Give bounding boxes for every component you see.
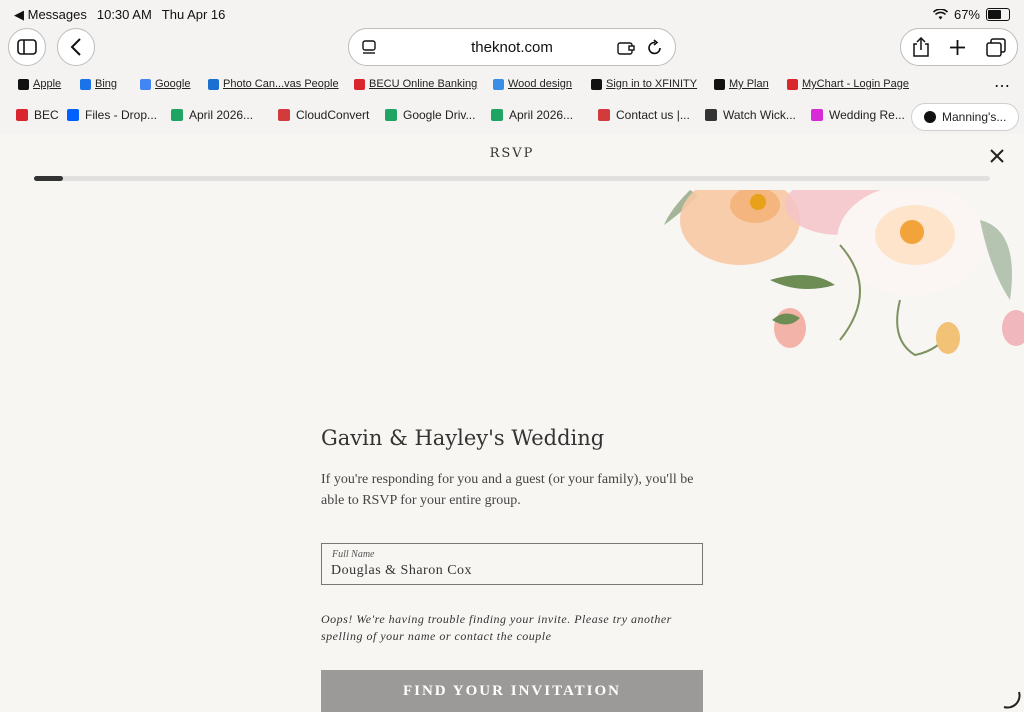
tab-mannings-active[interactable]: Manning's... xyxy=(911,103,1020,131)
knot-icon xyxy=(811,109,823,121)
full-name-label: Full Name xyxy=(332,549,375,560)
error-message: Oops! We're having trouble finding your … xyxy=(321,612,672,643)
xfinity-icon xyxy=(714,78,725,90)
intro-text: If you're responding for you and a guest… xyxy=(321,472,694,508)
bookmark-becu[interactable]: BECU Online Banking xyxy=(354,78,477,90)
tab-becu[interactable]: BEC xyxy=(16,108,59,122)
back-button[interactable] xyxy=(57,28,95,66)
battery-percent: 67% xyxy=(953,7,980,22)
full-name-field[interactable]: Full Name xyxy=(321,543,703,585)
bookmark-mychart[interactable]: MyChart - Login Page xyxy=(787,78,909,90)
share-icon[interactable] xyxy=(912,37,930,57)
back-to-app-link[interactable]: ◀ Messages xyxy=(14,7,87,23)
page-title: RSVP xyxy=(489,146,535,161)
tab-april-2026-a[interactable]: April 2026... xyxy=(171,108,253,122)
reload-icon[interactable] xyxy=(647,39,663,56)
photo-canvas-icon xyxy=(208,78,219,90)
tab-april-2026-b[interactable]: April 2026... xyxy=(491,108,573,122)
close-icon[interactable] xyxy=(986,145,1008,167)
loading-spinner-icon xyxy=(1003,691,1021,709)
apple-icon xyxy=(18,78,29,90)
address-bar[interactable]: theknot.com xyxy=(348,28,676,66)
globe-icon xyxy=(493,78,504,90)
tab-wedding-registry[interactable]: Wedding Re... xyxy=(811,108,905,122)
close-icon[interactable] xyxy=(924,111,936,123)
bookmark-my-plan[interactable]: My Plan xyxy=(714,78,769,90)
extension-icon[interactable] xyxy=(617,40,635,56)
bookmark-wood-design[interactable]: Wood design xyxy=(493,78,572,90)
bookmark-xfinity[interactable]: Sign in to XFINITY xyxy=(591,78,697,90)
google-drive-icon xyxy=(385,109,397,121)
progress-fill xyxy=(34,176,63,181)
rsvp-progress-bar xyxy=(34,176,990,181)
tab-overview-icon[interactable] xyxy=(986,38,1006,57)
globe-icon xyxy=(705,109,717,121)
wifi-icon xyxy=(932,9,948,20)
status-date: Thu Apr 16 xyxy=(161,7,226,22)
find-invitation-button[interactable]: FIND YOUR INVITATION xyxy=(321,670,703,712)
full-name-input[interactable] xyxy=(331,563,691,579)
status-bar: ◀ Messages 10:30 AM Thu Apr 16 67% xyxy=(0,0,1024,28)
bookmark-photo-canvas[interactable]: Photo Can...vas People xyxy=(208,78,339,90)
dropbox-icon xyxy=(67,109,79,121)
more-bookmarks-icon[interactable]: ⋯ xyxy=(994,76,1011,96)
wedding-heading: Gavin & Hayley's Wedding xyxy=(321,426,605,450)
cloud-icon xyxy=(278,109,290,121)
google-icon xyxy=(140,78,151,90)
favorites-bar: Apple Bing Google Photo Can...vas People… xyxy=(0,76,1024,96)
status-time: 10:30 AM xyxy=(96,7,152,22)
xfinity-icon xyxy=(591,78,602,90)
battery-icon xyxy=(986,8,1010,21)
google-drive-icon xyxy=(171,109,183,121)
tab-cloudconvert[interactable]: CloudConvert xyxy=(278,108,369,122)
becu-icon xyxy=(354,78,365,90)
new-tab-icon[interactable] xyxy=(949,39,966,56)
sidebar-icon xyxy=(17,39,37,55)
tab-contact-us[interactable]: Contact us |... xyxy=(598,108,690,122)
chevron-left-icon xyxy=(70,38,81,56)
bookmark-bing[interactable]: Bing xyxy=(80,78,117,90)
browser-actions xyxy=(900,28,1018,66)
tab-google-drive[interactable]: Google Driv... xyxy=(385,108,475,122)
mychart-icon xyxy=(787,78,798,90)
tab-bar: BEC Files - Drop... April 2026... CloudC… xyxy=(0,103,1024,131)
search-icon xyxy=(80,78,91,90)
sidebar-toggle-button[interactable] xyxy=(8,28,46,66)
bookmark-google[interactable]: Google xyxy=(140,78,190,90)
cloud-icon xyxy=(598,109,610,121)
browser-chrome: ◀ Messages 10:30 AM Thu Apr 16 67% thekn… xyxy=(0,0,1024,134)
becu-icon xyxy=(16,109,28,121)
tab-dropbox[interactable]: Files - Drop... xyxy=(67,108,157,122)
floral-decoration xyxy=(664,190,1024,357)
bookmark-apple[interactable]: Apple xyxy=(18,78,61,90)
tab-watch-wicked[interactable]: Watch Wick... xyxy=(705,108,796,122)
google-drive-icon xyxy=(491,109,503,121)
